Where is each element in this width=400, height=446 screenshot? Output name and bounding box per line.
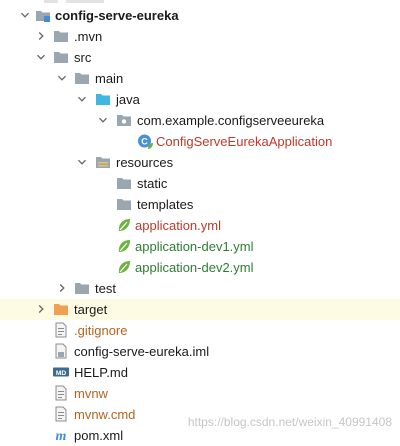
excluded-folder-icon [53, 301, 69, 317]
tree-node-label: mvnw.cmd [74, 407, 136, 422]
chevron-down-icon[interactable] [77, 157, 87, 167]
folder-icon [74, 280, 90, 296]
spring-leaf-icon [116, 259, 132, 275]
tree-node-templates[interactable]: templates [0, 194, 400, 215]
package-icon [116, 112, 132, 128]
spring-leaf-icon [116, 238, 132, 254]
text-file-icon [53, 406, 69, 422]
tree-node-label: static [137, 176, 168, 191]
tree-node-label: target [74, 302, 108, 317]
tree-node-label: application.yml [135, 218, 221, 233]
text-file-icon [53, 385, 69, 401]
tree-node-label: application-dev1.yml [135, 239, 254, 254]
tree-node-package[interactable]: com.example.configserveeureka [0, 110, 400, 131]
chevron-right-icon[interactable] [36, 304, 46, 314]
tree-node-label: com.example.configserveeureka [137, 113, 325, 128]
tree-node-gitignore[interactable]: .gitignore [0, 320, 400, 341]
folder-icon [74, 70, 90, 86]
tree-node-label: application-dev2.yml [135, 260, 254, 275]
chevron-right-icon[interactable] [36, 31, 46, 41]
folder-icon [53, 49, 69, 65]
tree-node-label: templates [137, 197, 194, 212]
watermark: https://blog.csdn.net/weixin_40991408 [187, 415, 392, 429]
markdown-icon-text: MD [56, 370, 67, 377]
tree-node-application-yml[interactable]: application.yml [0, 215, 400, 236]
tree-node-label: pom.xml [74, 428, 124, 443]
source-folder-icon [95, 91, 111, 107]
tree-node-resources[interactable]: resources [0, 152, 400, 173]
tree-node-iml[interactable]: config-serve-eureka.iml [0, 341, 400, 362]
tree-node-label: HELP.md [74, 365, 128, 380]
tree-node-static[interactable]: static [0, 173, 400, 194]
spring-leaf-icon [116, 217, 132, 233]
folder-icon [53, 28, 69, 44]
tree-node-target[interactable]: target [0, 299, 400, 320]
text-file-icon [53, 322, 69, 338]
folder-icon [116, 175, 132, 191]
tree-node-label: resources [116, 155, 174, 170]
chevron-right-icon[interactable] [57, 283, 67, 293]
chevron-down-icon[interactable] [98, 115, 108, 125]
tree-node-label: test [95, 281, 116, 296]
chevron-down-icon[interactable] [20, 10, 30, 20]
resources-folder-icon [95, 154, 111, 170]
spring-class-icon: C [137, 133, 153, 149]
tree-node-label: mvnw [74, 386, 108, 401]
tree-node-java[interactable]: java [0, 89, 400, 110]
tree-node-label: src [74, 50, 92, 65]
maven-icon-letter: m [56, 429, 67, 443]
tree-node-app-class[interactable]: C ConfigServeEurekaApplication [0, 131, 400, 152]
maven-file-icon: m [53, 427, 69, 443]
tree-node-label: main [95, 71, 124, 86]
module-folder-icon [35, 7, 51, 23]
tree-node-root[interactable]: config-serve-eureka [0, 5, 400, 26]
folder-icon [116, 196, 132, 212]
tree-node-application-dev2-yml[interactable]: application-dev2.yml [0, 257, 400, 278]
chevron-down-icon[interactable] [77, 94, 87, 104]
class-icon-letter: C [141, 137, 148, 147]
tree-node-mvnw[interactable]: mvnw [0, 383, 400, 404]
tree-node-help-md[interactable]: MD HELP.md [0, 362, 400, 383]
chevron-down-icon[interactable] [36, 52, 46, 62]
tree-node-label: .gitignore [74, 323, 128, 338]
tree-node-label: config-serve-eureka.iml [74, 344, 210, 359]
tree-node-application-dev1-yml[interactable]: application-dev1.yml [0, 236, 400, 257]
tree-node-mvn[interactable]: .mvn [0, 26, 400, 47]
tree-node-main[interactable]: main [0, 68, 400, 89]
tree-node-label: .mvn [74, 29, 103, 44]
tree-node-label: config-serve-eureka [55, 8, 179, 23]
tree-node-label: ConfigServeEurekaApplication [156, 134, 333, 149]
tree-node-label: java [116, 92, 140, 107]
module-file-icon [53, 343, 69, 359]
tree-node-src[interactable]: src [0, 47, 400, 68]
project-tree: config-serve-eureka .mvn src main java c… [0, 0, 400, 443]
tree-node-test[interactable]: test [0, 278, 400, 299]
markdown-file-icon: MD [53, 364, 69, 380]
chevron-down-icon[interactable] [57, 73, 67, 83]
